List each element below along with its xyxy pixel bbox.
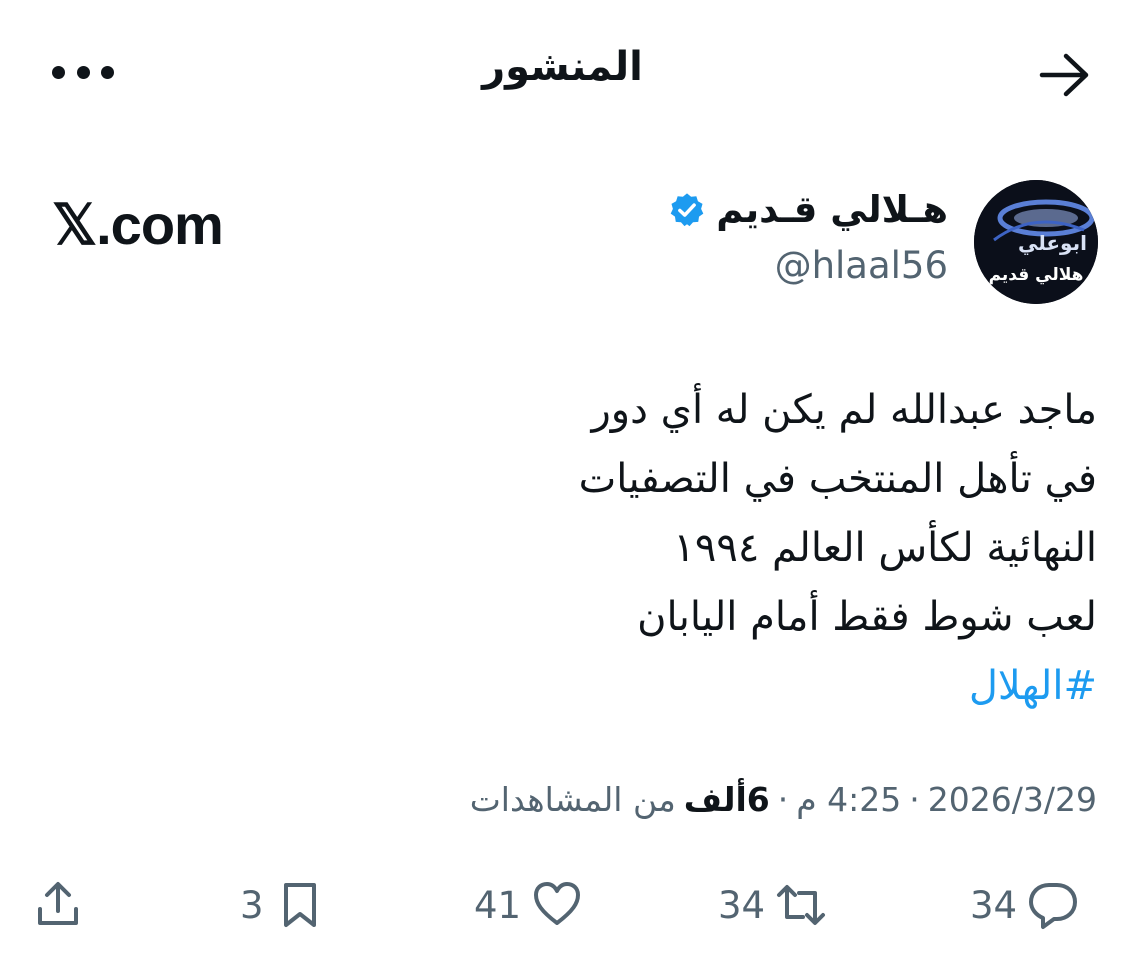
hashtag-link[interactable]: #الهلال xyxy=(457,652,1097,721)
bookmark-count: 3 xyxy=(240,883,264,927)
tweet-text: ماجد عبدالله لم يكن له أي دور في تأهل ال… xyxy=(457,376,1097,721)
tweet-line: لعب شوط فقط أمام اليابان xyxy=(637,594,1097,640)
back-arrow-icon[interactable] xyxy=(1036,50,1092,100)
share-icon xyxy=(38,882,78,925)
views-count: 6ألف xyxy=(683,780,770,819)
like-button[interactable]: 41 xyxy=(474,870,583,940)
meta-separator: · xyxy=(909,780,920,819)
repost-count: 34 xyxy=(718,883,766,927)
bookmark-button[interactable]: 3 xyxy=(240,870,326,940)
bookmark-icon xyxy=(283,883,316,927)
action-bar: 3 41 34 34 xyxy=(0,870,1125,940)
author-name-row[interactable]: هـلالي قـديم xyxy=(668,188,948,231)
tweet-line: في تأهل المنتخب في التصفيات xyxy=(578,456,1097,502)
x-com-watermark: 𝕏.com xyxy=(52,193,224,256)
author-name[interactable]: هـلالي قـديم xyxy=(716,188,948,231)
page-title: المنشور xyxy=(482,44,643,90)
repost-icon xyxy=(777,885,826,925)
reply-count: 34 xyxy=(970,883,1018,927)
top-bar: المنشور xyxy=(0,0,1125,150)
verified-badge-icon xyxy=(670,192,704,226)
tweet-line: ماجد عبدالله لم يكن له أي دور xyxy=(591,387,1097,433)
avatar[interactable]: ابوعلي هلالي قديم xyxy=(974,180,1098,304)
tweet-time[interactable]: 4:25 م xyxy=(796,780,901,819)
reply-icon xyxy=(1029,883,1078,929)
tweet-date[interactable]: 2026/3/29 xyxy=(928,780,1097,819)
views-label: من المشاهدات xyxy=(469,780,676,819)
repost-button[interactable]: 34 xyxy=(718,870,827,940)
avatar-image: ابوعلي هلالي قديم xyxy=(974,180,1098,304)
author-handle[interactable]: @hlaal56 xyxy=(775,244,948,287)
reply-button[interactable]: 34 xyxy=(970,870,1079,940)
avatar-text-bottom: هلالي قديم xyxy=(989,265,1084,285)
share-button[interactable] xyxy=(32,870,84,940)
like-count: 41 xyxy=(474,883,522,927)
meta-separator: · xyxy=(777,780,789,819)
avatar-text-top: ابوعلي xyxy=(1018,231,1087,256)
tweet-line: النهائية لكأس العالم ١٩٩٤ xyxy=(673,525,1097,571)
tweet-meta: 2026/3/29 · 4:25 م · 6ألف من المشاهدات xyxy=(470,780,1097,819)
heart-icon xyxy=(534,882,581,925)
